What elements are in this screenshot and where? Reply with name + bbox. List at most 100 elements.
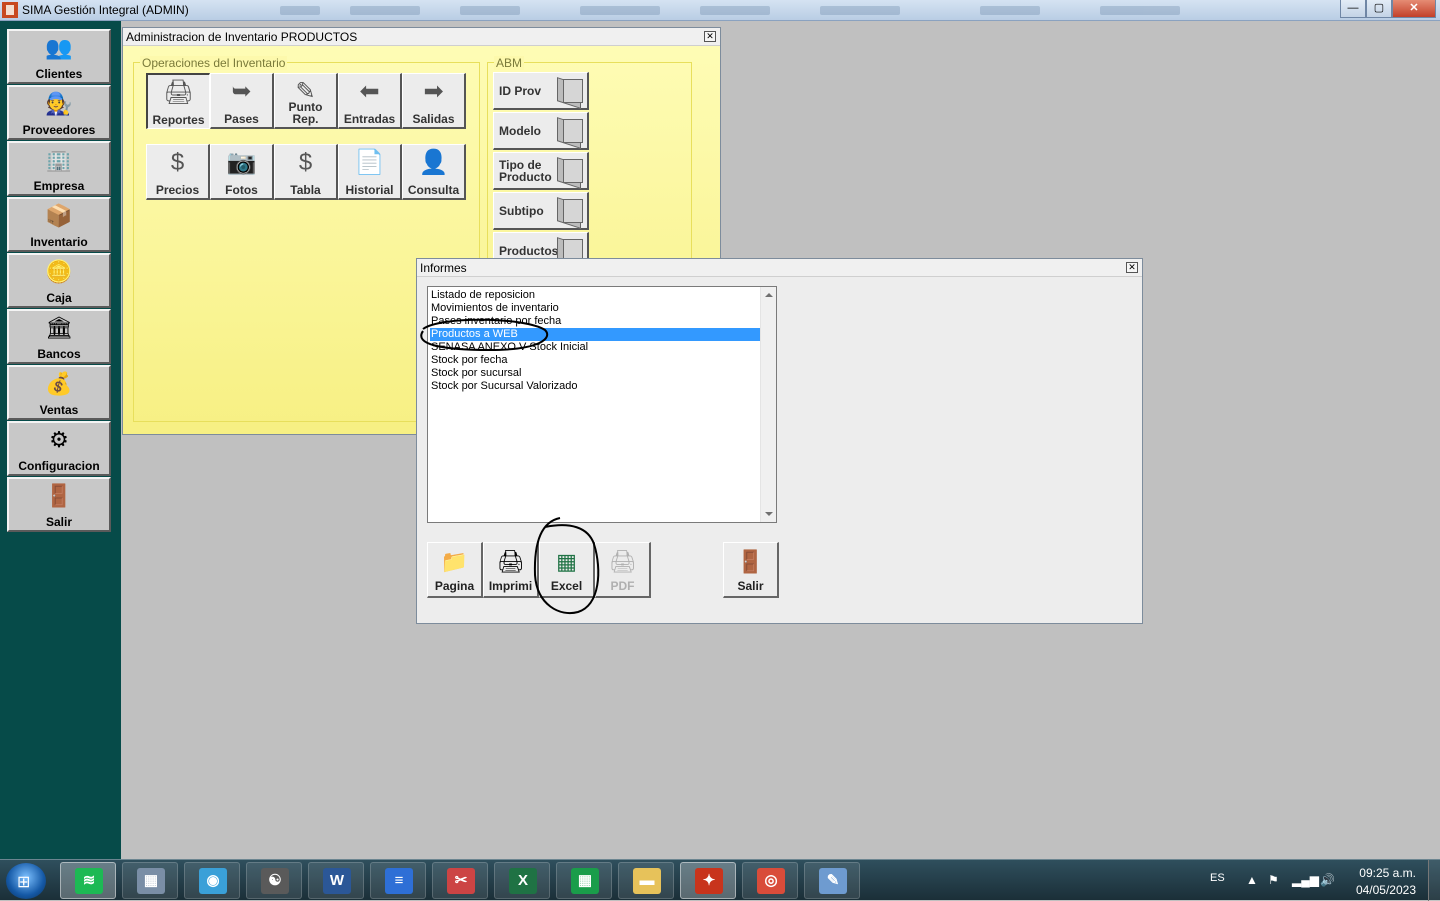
gimp-icon: ☯	[261, 868, 289, 894]
list-item[interactable]: Listado de reposicion	[430, 289, 761, 302]
pagina-label: Pagina	[434, 579, 475, 593]
sidebar-item-caja[interactable]: 🪙 Caja	[7, 253, 111, 308]
sidebar-item-empresa[interactable]: 🏢 Empresa	[7, 141, 111, 196]
entradas-button[interactable]: ⬅ Entradas	[338, 73, 402, 129]
excel-button[interactable]: ▦ Excel	[539, 542, 595, 598]
sidebar-item-label: Bancos	[37, 347, 81, 361]
folder-icon	[555, 77, 583, 105]
show-hidden-icons-icon[interactable]: ▲	[1246, 873, 1258, 887]
reports-list[interactable]: Listado de reposicion Movimientos de inv…	[427, 286, 777, 523]
folder-icon	[555, 117, 583, 145]
clock-date[interactable]: 04/05/2023	[1356, 883, 1416, 897]
informes-close-button[interactable]: ✕	[1126, 262, 1138, 273]
imprimir-label: Imprimi	[488, 579, 533, 593]
tabla-button[interactable]: $ Tabla	[274, 144, 338, 200]
taskbar-app-excel[interactable]: X	[494, 862, 550, 899]
word-icon: W	[323, 868, 351, 894]
volume-icon[interactable]: 🔊	[1320, 873, 1335, 887]
taskbar-app-sheets[interactable]: ▦	[556, 862, 612, 899]
main-sidebar: 👥 Clientes 🧑‍🔧 Proveedores 🏢 Empresa 📦 I…	[0, 21, 121, 859]
fotos-button[interactable]: 📷 Fotos	[210, 144, 274, 200]
salidas-button[interactable]: ➡ Salidas	[402, 73, 466, 129]
abm-id-prov-button[interactable]: ID Prov	[493, 72, 589, 110]
ops-group-title: Operaciones del Inventario	[140, 56, 288, 70]
scroll-down-icon[interactable]	[765, 512, 773, 516]
sidebar-item-label: Inventario	[30, 235, 88, 249]
suppliers-icon: 🧑‍🔧	[45, 91, 73, 116]
imprimir-button[interactable]: 🖨 Imprimi	[483, 542, 539, 598]
sidebar-item-salir[interactable]: 🚪 Salir	[7, 477, 111, 532]
language-indicator[interactable]: ES	[1210, 872, 1225, 884]
maximize-button[interactable]: ▢	[1366, 0, 1392, 18]
chrome-icon: ◎	[757, 868, 785, 894]
sidebar-item-ventas[interactable]: 💰 Ventas	[7, 365, 111, 420]
printer-icon: 🖨	[163, 79, 194, 106]
reports-list-scrollbar[interactable]	[760, 287, 776, 522]
sidebar-item-label: Caja	[46, 291, 72, 305]
list-item[interactable]: Movimientos de inventario	[430, 302, 761, 315]
taskbar-app-browser-shield[interactable]: ◉	[184, 862, 240, 899]
punto-rep-button[interactable]: ✎ Punto Rep.	[274, 73, 338, 129]
show-desktop-button[interactable]	[1428, 860, 1440, 901]
taskbar-app-sima[interactable]: ✦	[680, 862, 736, 899]
windows-logo-icon: ⊞	[17, 874, 31, 891]
list-item[interactable]: Stock por sucursal	[430, 367, 761, 380]
arrow-left-icon: ⬅	[359, 78, 380, 105]
pagina-button[interactable]: 📁 Pagina	[427, 542, 483, 598]
folder-icon	[555, 197, 583, 225]
taskbar-app-gimp[interactable]: ☯	[246, 862, 302, 899]
taskbar-app-calculator[interactable]: ▦	[122, 862, 178, 899]
list-item[interactable]: Stock por fecha	[430, 354, 761, 367]
list-item[interactable]: Pases inventario por fecha	[430, 315, 761, 328]
folder-icon: 📁	[440, 549, 469, 574]
taskbar-app-file-explorer[interactable]: ▬	[618, 862, 674, 899]
sidebar-item-proveedores[interactable]: 🧑‍🔧 Proveedores	[7, 85, 111, 140]
taskbar-app-chrome[interactable]: ◎	[742, 862, 798, 899]
historial-button[interactable]: 📄 Historial	[338, 144, 402, 200]
sidebar-item-bancos[interactable]: 🏛 Bancos	[7, 309, 111, 364]
sidebar-item-clientes[interactable]: 👥 Clientes	[7, 29, 111, 84]
abm-modelo-button[interactable]: Modelo	[493, 112, 589, 150]
precios-button[interactable]: $ Precios	[146, 144, 210, 200]
exit-door-icon: 🚪	[736, 549, 765, 574]
abm-modelo-label: Modelo	[499, 123, 541, 138]
list-item[interactable]: SENASA ANEXO V Stock Inicial	[430, 341, 761, 354]
pdf-label: PDF	[610, 579, 635, 593]
informes-salir-button[interactable]: 🚪 Salir	[723, 542, 779, 598]
sidebar-item-inventario[interactable]: 📦 Inventario	[7, 197, 111, 252]
taskbar-app-snipping-tool[interactable]: ✂	[432, 862, 488, 899]
close-button[interactable]: ✕	[1392, 0, 1436, 18]
clients-icon: 👥	[45, 35, 73, 60]
abm-subtipo-label: Subtipo	[499, 203, 544, 218]
sidebar-item-label: Salir	[45, 515, 72, 529]
inventory-close-button[interactable]: ✕	[704, 31, 716, 42]
entradas-label: Entradas	[343, 112, 396, 126]
exit-door-icon: 🚪	[45, 483, 73, 508]
inventory-window-title-bar: Administracion de Inventario PRODUCTOS ✕	[123, 28, 720, 46]
abm-tipo-producto-button[interactable]: Tipo de Producto	[493, 152, 589, 190]
list-item-selected[interactable]: Productos a WEB	[430, 328, 761, 341]
dollar-icon: $	[170, 149, 185, 176]
taskbar-app-word[interactable]: W	[308, 862, 364, 899]
pases-button[interactable]: ➥ Pases	[210, 73, 274, 129]
taskbar-app-spotify[interactable]: ≋	[60, 862, 116, 899]
minimize-button[interactable]: —	[1340, 0, 1366, 18]
taskbar-app-docs[interactable]: ≡	[370, 862, 426, 899]
excel-icon: X	[509, 868, 537, 894]
consulta-button[interactable]: 👤 Consulta	[402, 144, 466, 200]
reportes-label: Reportes	[152, 113, 205, 127]
folder-icon	[555, 157, 583, 185]
precios-label: Precios	[155, 183, 200, 197]
start-button[interactable]: ⊞	[6, 863, 46, 899]
scroll-up-icon[interactable]	[765, 293, 773, 297]
taskbar-app-paint[interactable]: ✎	[804, 862, 860, 899]
sidebar-item-configuracion[interactable]: ⚙ Configuracion	[7, 421, 111, 476]
list-item[interactable]: Stock por Sucursal Valorizado	[430, 380, 761, 393]
flag-alert-icon[interactable]: ⚑	[1268, 873, 1279, 887]
reportes-button[interactable]: 🖨 Reportes	[146, 73, 210, 129]
abm-subtipo-button[interactable]: Subtipo	[493, 192, 589, 230]
history-icon: 📄	[354, 149, 385, 176]
clock-time[interactable]: 09:25 a.m.	[1359, 866, 1416, 880]
pdf-button[interactable]: 🖨 PDF	[595, 542, 651, 598]
signal-icon[interactable]: ▂▄▆	[1292, 873, 1319, 887]
